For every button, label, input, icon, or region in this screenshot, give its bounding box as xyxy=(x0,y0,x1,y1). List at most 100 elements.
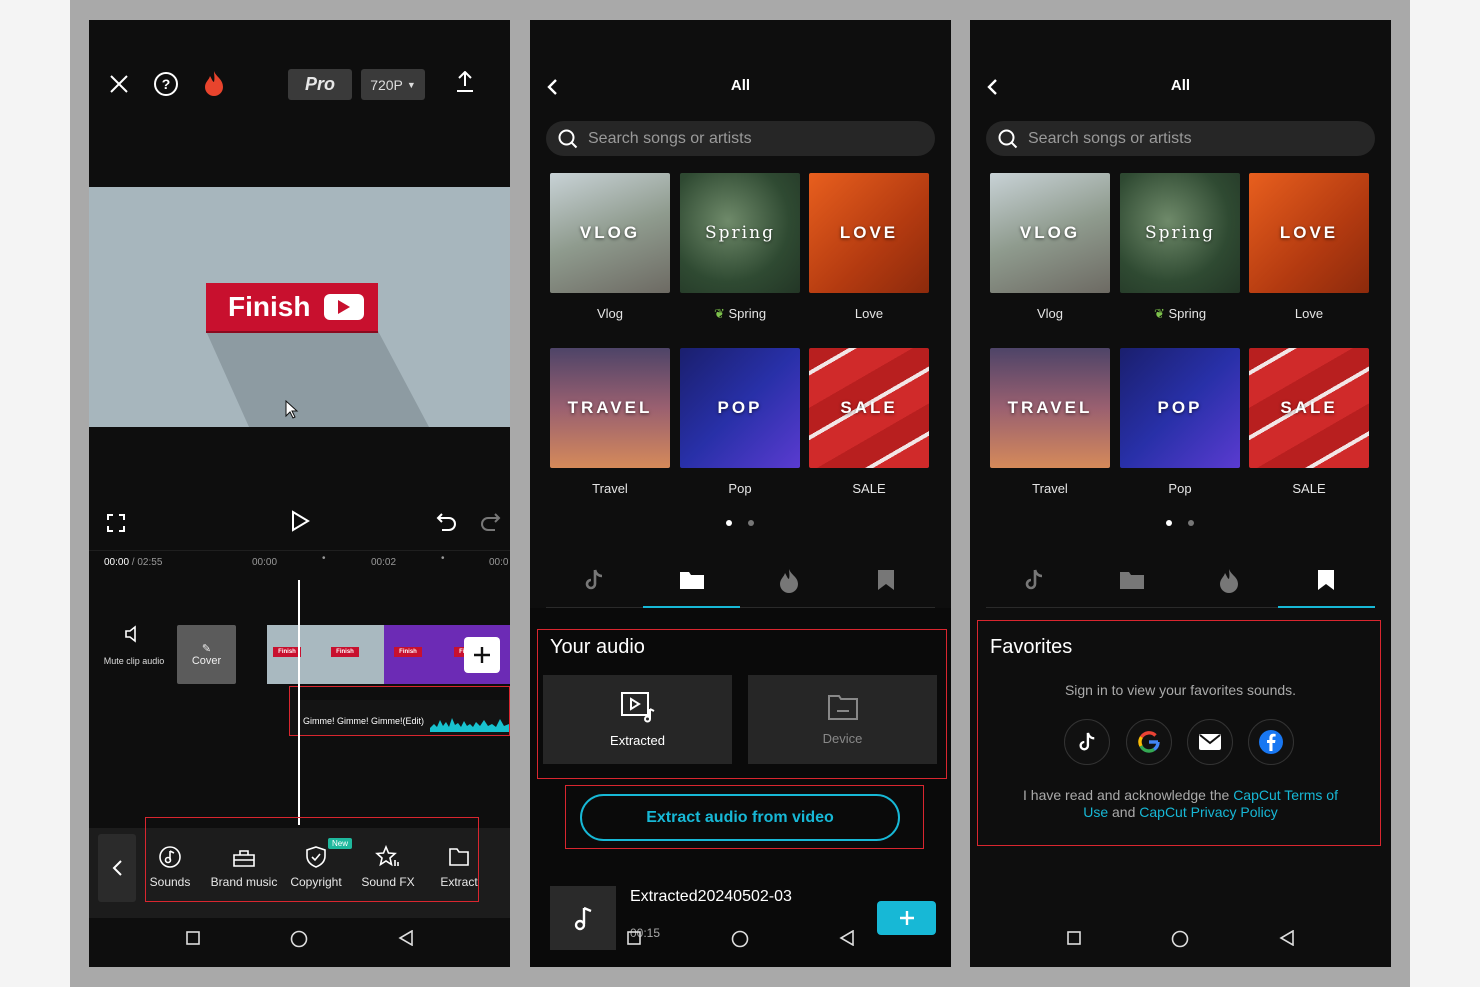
ruler-dot: • xyxy=(441,553,445,564)
finish-graphic: Finish xyxy=(206,283,378,331)
category-card-pop[interactable]: POP xyxy=(1120,348,1240,468)
folder-tab-icon[interactable] xyxy=(678,568,706,592)
page-dot[interactable] xyxy=(1188,520,1194,526)
search-placeholder: Search songs or artists xyxy=(1028,129,1192,147)
card-overlay-text: VLOG xyxy=(1019,223,1081,242)
card-overlay-text: Spring xyxy=(705,223,775,243)
search-input[interactable]: Search songs or artists xyxy=(986,121,1375,156)
divider xyxy=(89,550,510,551)
finish-text: Finish xyxy=(228,291,311,322)
back-triangle-icon[interactable] xyxy=(839,930,855,946)
undo-icon[interactable] xyxy=(436,510,458,537)
play-icon[interactable] xyxy=(290,510,310,537)
recents-square-icon[interactable] xyxy=(186,931,200,945)
highlight-box xyxy=(537,629,947,779)
home-circle-icon[interactable] xyxy=(1171,930,1189,948)
page-dot-active[interactable] xyxy=(726,520,732,526)
highlight-box xyxy=(289,686,510,736)
audio-item-name[interactable]: Extracted20240502-03 xyxy=(630,888,792,906)
redo-icon[interactable] xyxy=(479,510,501,537)
fullscreen-icon[interactable] xyxy=(106,513,126,538)
youtube-play-icon xyxy=(324,294,365,320)
ruler-tick: 00:00 xyxy=(252,557,278,568)
chevron-left-icon xyxy=(112,860,122,876)
system-nav-bar xyxy=(89,927,510,949)
card-label: ❦ Spring xyxy=(1153,306,1207,321)
editor-screen: ? Pro 720P ▼ Finish 00:00 / 02:55 00:00 … xyxy=(89,20,510,967)
resolution-dropdown[interactable]: 720P ▼ xyxy=(361,69,425,100)
home-circle-icon[interactable] xyxy=(731,930,749,948)
category-card-spring[interactable]: Spring xyxy=(1120,173,1240,293)
category-card-sale[interactable]: SALE xyxy=(809,348,929,468)
bookmark-tab-icon[interactable] xyxy=(876,568,896,592)
search-input[interactable]: Search songs or artists xyxy=(546,121,935,156)
card-label: Love xyxy=(854,306,884,321)
highlight-box xyxy=(977,620,1381,846)
category-card-travel[interactable]: TRAVEL xyxy=(550,348,670,468)
category-card-spring[interactable]: Spring xyxy=(680,173,800,293)
card-overlay-text: LOVE xyxy=(839,223,899,242)
close-icon[interactable] xyxy=(107,72,131,96)
mute-clip-audio-button[interactable]: Mute clip audio xyxy=(99,625,169,666)
video-preview[interactable]: Finish xyxy=(89,187,510,427)
svg-text:?: ? xyxy=(162,76,171,92)
search-icon xyxy=(998,129,1018,148)
highlight-box xyxy=(565,785,924,849)
highlight-box xyxy=(145,817,479,902)
card-label: Travel xyxy=(592,481,628,496)
pro-button[interactable]: Pro xyxy=(288,69,352,100)
page-dot[interactable] xyxy=(748,520,754,526)
tiktok-tab-icon[interactable] xyxy=(1023,568,1045,592)
card-overlay-text: LOVE xyxy=(1279,223,1339,242)
active-tab-indicator xyxy=(1278,606,1375,608)
folder-tab-icon[interactable] xyxy=(1118,568,1146,592)
resolution-value: 720P xyxy=(370,76,403,93)
ruler-tick: 00:0 xyxy=(489,557,509,568)
card-label: Pop xyxy=(728,481,752,496)
category-card-vlog[interactable]: VLOG xyxy=(990,173,1110,293)
back-button[interactable] xyxy=(98,834,136,902)
back-triangle-icon[interactable] xyxy=(1279,930,1295,946)
clip-thumbnail: Finish xyxy=(331,647,359,657)
playhead[interactable] xyxy=(298,580,300,825)
system-nav-bar xyxy=(530,927,951,949)
page-dot-active[interactable] xyxy=(1166,520,1172,526)
music-library-screen: All Search songs or artists VLOG Spring … xyxy=(530,20,951,967)
home-circle-icon[interactable] xyxy=(290,930,308,948)
clip-thumbnail: Finish xyxy=(394,647,422,657)
card-label: Pop xyxy=(1168,481,1192,496)
add-clip-button[interactable] xyxy=(464,637,500,673)
card-overlay-text: SALE xyxy=(1280,398,1338,417)
clip-thumbnail: Finish xyxy=(273,647,301,657)
fire-tab-icon[interactable] xyxy=(1218,568,1240,594)
export-icon[interactable] xyxy=(454,70,476,94)
category-card-sale[interactable]: SALE xyxy=(1249,348,1369,468)
bookmark-tab-icon[interactable] xyxy=(1316,568,1336,592)
category-card-love[interactable]: LOVE xyxy=(809,173,929,293)
playhead-time: 00:00 / 02:55 xyxy=(104,557,163,568)
card-label: SALE xyxy=(852,481,886,496)
card-overlay-text: TRAVEL xyxy=(1007,398,1093,417)
leaf-icon: ❦ xyxy=(713,306,725,321)
card-overlay-text: POP xyxy=(1157,398,1203,417)
video-clip[interactable]: Finish Finish xyxy=(267,625,384,684)
card-overlay-text: Spring xyxy=(1145,223,1215,243)
ruler-dot: • xyxy=(322,553,326,564)
category-card-travel[interactable]: TRAVEL xyxy=(990,348,1110,468)
mouse-cursor-icon xyxy=(285,400,299,419)
recents-square-icon[interactable] xyxy=(1067,931,1081,945)
fire-tab-icon[interactable] xyxy=(778,568,800,594)
fire-icon[interactable] xyxy=(202,70,226,98)
category-card-love[interactable]: LOVE xyxy=(1249,173,1369,293)
category-card-vlog[interactable]: VLOG xyxy=(550,173,670,293)
back-triangle-icon[interactable] xyxy=(398,930,414,946)
cover-button[interactable]: ✎ Cover xyxy=(177,625,236,684)
category-card-pop[interactable]: POP xyxy=(680,348,800,468)
edit-pencil-icon: ✎ xyxy=(201,643,212,655)
plus-icon xyxy=(474,647,490,663)
system-nav-bar xyxy=(970,927,1391,949)
help-icon[interactable]: ? xyxy=(153,71,179,97)
card-overlay-text: SALE xyxy=(840,398,898,417)
recents-square-icon[interactable] xyxy=(627,931,641,945)
tiktok-tab-icon[interactable] xyxy=(583,568,605,592)
